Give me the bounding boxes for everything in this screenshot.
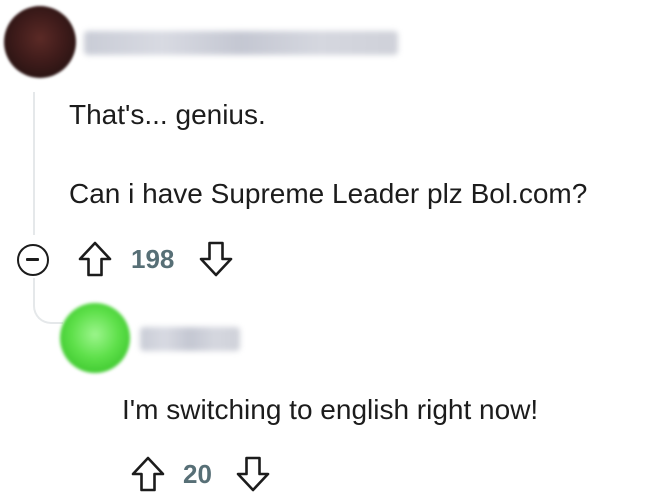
upvote-arrow-icon[interactable] xyxy=(130,455,166,493)
avatar[interactable] xyxy=(60,303,130,373)
avatar[interactable] xyxy=(4,6,76,78)
reply-connector-line xyxy=(33,278,63,324)
vote-score: 198 xyxy=(131,244,175,274)
vote-score: 20 xyxy=(183,459,212,489)
comment-body-line: I'm switching to english right now! xyxy=(122,394,539,425)
username-redacted[interactable] xyxy=(84,31,398,55)
comment-thread: That's... genius. Can i have Supreme Lea… xyxy=(0,0,668,496)
downvote-arrow-icon[interactable] xyxy=(198,240,234,278)
thread-line[interactable] xyxy=(33,92,35,235)
comment-body-line: That's... genius. xyxy=(69,99,266,130)
username-redacted[interactable] xyxy=(140,327,240,351)
downvote-arrow-icon[interactable] xyxy=(235,455,271,493)
collapse-minus-icon[interactable] xyxy=(17,244,49,276)
comment-body-line: Can i have Supreme Leader plz Bol.com? xyxy=(69,178,588,209)
upvote-arrow-icon[interactable] xyxy=(77,240,113,278)
